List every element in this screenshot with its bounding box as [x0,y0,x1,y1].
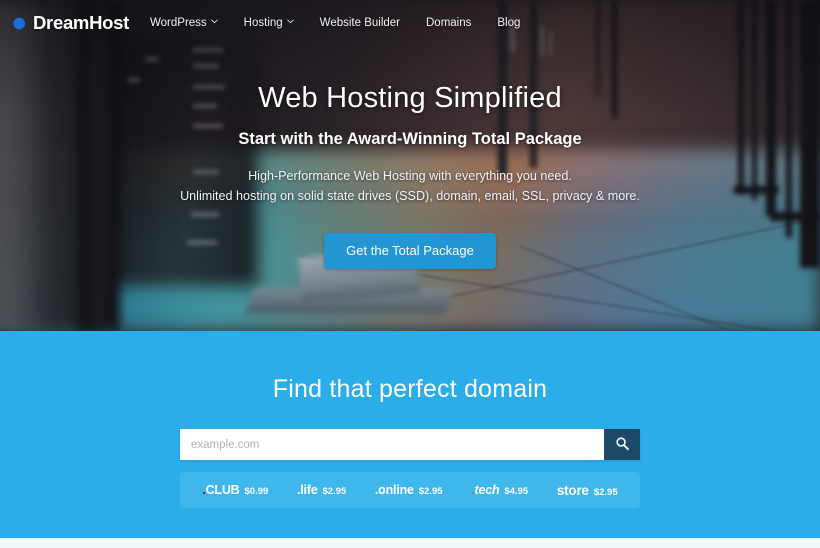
tld-name: .online [374,483,414,497]
main-nav: WordPress Hosting Website Builder Domain… [150,13,520,33]
nav-item-domains[interactable]: Domains [426,13,471,33]
page-footer-sliver [0,538,820,548]
hero-cta-container: Get the Total Package [0,233,820,269]
domain-search-button[interactable] [604,429,640,460]
nav-item-label: Website Builder [319,17,400,29]
brand-logo-link[interactable]: DreamHost [0,12,129,34]
tld-item-club[interactable]: .CLUB $0.99 [202,483,268,497]
domain-section-title: Find that perfect domain [272,375,548,403]
crescent-moon-icon [8,14,27,33]
chevron-down-icon [286,19,294,26]
nav-item-label: Blog [497,17,521,29]
hero-body-line-1: High-Performance Web Hosting with everyt… [248,169,572,183]
domain-search-input[interactable] [180,429,604,460]
tld-price-strip: .CLUB $0.99 .life $2.95 .online $2.95 .t… [180,472,640,508]
domain-search-box [180,429,640,460]
tld-price: $2.95 [322,486,347,497]
tld-price: $4.95 [504,486,529,497]
tld-price: $0.99 [244,486,269,497]
nav-item-label: WordPress [150,17,207,29]
tld-name: store [556,482,589,498]
nav-item-hosting[interactable]: Hosting [244,13,294,33]
tld-price: $2.95 [593,486,618,498]
tld-item-life[interactable]: .life $2.95 [297,483,346,497]
tld-name: .life [296,483,318,497]
nav-item-website-builder[interactable]: Website Builder [320,13,400,33]
domain-search-section: Find that perfect domain .CLUB $0.99 [0,331,820,538]
tld-price: $2.95 [418,486,443,497]
tld-label: tech [474,483,500,497]
hero-body-text: High-Performance Web Hosting with everyt… [0,167,820,206]
hero-section: DreamHost WordPress Hosting Website Buil [0,0,820,331]
tld-label: CLUB [205,483,240,497]
tld-item-store[interactable]: store $2.95 [557,483,618,498]
nav-item-label: Hosting [243,17,283,29]
nav-item-wordpress[interactable]: WordPress [150,13,218,33]
tld-item-tech[interactable]: .tech $4.95 [471,483,528,497]
hero-subheading: Start with the Award-Winning Total Packa… [238,130,582,148]
search-icon [615,436,630,454]
nav-item-blog[interactable]: Blog [497,13,520,33]
tld-name: .tech [471,483,499,497]
brand-name: DreamHost [33,12,129,33]
tld-name: .CLUB [202,483,239,497]
nav-item-label: Domains [426,17,472,29]
tld-item-online[interactable]: .online $2.95 [375,483,443,497]
chevron-down-icon [210,19,218,26]
page-root: DreamHost WordPress Hosting Website Buil [0,0,820,548]
hero-heading: Web Hosting Simplified [258,82,562,114]
get-total-package-button[interactable]: Get the Total Package [324,233,496,269]
hero-content: Web Hosting Simplified Start with the Aw… [0,0,820,331]
hero-body-line-2: Unlimited hosting on solid state drives … [180,188,640,203]
domain-search-row [0,429,820,460]
site-header: DreamHost WordPress Hosting Website Buil [0,0,820,46]
